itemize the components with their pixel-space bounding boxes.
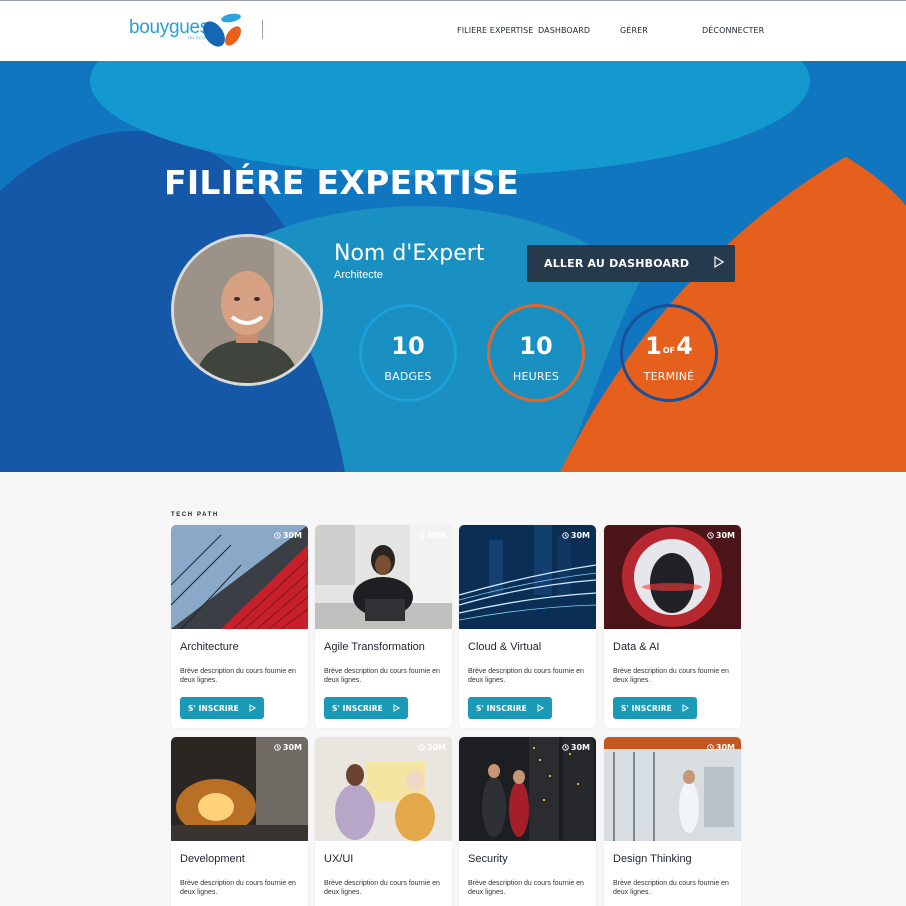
course-image (315, 737, 452, 841)
course-description: Brève description du cours fournie en de… (180, 668, 296, 684)
course-description: Brève description du cours fournie en de… (613, 668, 729, 684)
nav-link-gerer[interactable]: GÉRER (620, 26, 648, 35)
clock-icon (707, 744, 714, 751)
clock-icon (562, 532, 569, 539)
bouygues-logo[interactable]: bouygues TELECOM (129, 12, 244, 50)
nav-divider (262, 20, 263, 39)
course-description: Brève description du cours fournie en de… (324, 880, 440, 896)
enroll-button[interactable]: S' INSCRIRE (324, 697, 408, 719)
duration-badge: 30M (418, 743, 446, 752)
clock-icon (707, 532, 714, 539)
course-card[interactable]: 30M Security Brève description du cours … (459, 737, 596, 906)
stat-hours: 10 HEURES (487, 304, 585, 402)
nav-link-deconnecter[interactable]: DÉCONNECTER (702, 26, 764, 35)
duration-badge: 30M (274, 531, 302, 540)
enroll-button[interactable]: S' INSCRIRE (180, 697, 264, 719)
course-card[interactable]: 30M UX/UI Brève description du cours fou… (315, 737, 452, 906)
stat-hours-value: 10 (519, 332, 553, 360)
course-card[interactable]: 30M Data & AI Brève description du cours… (604, 525, 741, 728)
course-title: Architecture (180, 641, 239, 653)
duration-badge: 30M (274, 743, 302, 752)
enroll-button[interactable]: S' INSCRIRE (613, 697, 697, 719)
course-description: Brève description du cours fournie en de… (613, 880, 729, 896)
enroll-label: S' INSCRIRE (476, 704, 527, 713)
course-card[interactable]: 30M Architecture Brève description du co… (171, 525, 308, 728)
duration-badge: 30M (562, 531, 590, 540)
course-description: Brève description du cours fournie en de… (468, 880, 584, 896)
hero-background (0, 61, 906, 472)
stat-completed-value: 1OF4 (645, 332, 693, 360)
course-title: Design Thinking (613, 853, 692, 865)
course-title: Development (180, 853, 245, 865)
stat-completed: 1OF4 TERMINÉ (620, 304, 718, 402)
clock-icon (562, 744, 569, 751)
duration-badge: 30M (562, 743, 590, 752)
clock-icon (274, 532, 281, 539)
course-card[interactable]: 30M Agile Transformation Brève descripti… (315, 525, 452, 728)
enroll-button[interactable]: S' INSCRIRE (468, 697, 552, 719)
course-image (604, 737, 741, 841)
stat-completed-label: TERMINÉ (643, 370, 695, 383)
course-title: Data & AI (613, 641, 660, 653)
course-card[interactable]: 30M Cloud & Virtual Brève description du… (459, 525, 596, 728)
enroll-label: S' INSCRIRE (621, 704, 672, 713)
logo-mark-icon (203, 13, 241, 47)
play-arrow-icon (714, 256, 724, 268)
stat-badges: 10 BADGES (359, 304, 457, 402)
play-arrow-icon (393, 704, 400, 712)
duration-badge: 30M (707, 531, 735, 540)
course-title: Agile Transformation (324, 641, 425, 653)
course-title: UX/UI (324, 853, 354, 865)
course-description: Brève description du cours fournie en de… (180, 880, 296, 896)
stat-badges-value: 10 (391, 332, 425, 360)
play-arrow-icon (537, 704, 544, 712)
course-card[interactable]: 30M Design Thinking Brève description du… (604, 737, 741, 906)
expert-role: Architecte (334, 269, 383, 281)
course-description: Brève description du cours fournie en de… (324, 668, 440, 684)
stat-hours-label: HEURES (512, 370, 560, 383)
play-arrow-icon (682, 704, 689, 712)
stat-badges-label: BADGES (384, 370, 432, 383)
course-title: Security (468, 853, 508, 865)
course-image (459, 525, 596, 629)
expert-name: Nom d'Expert (334, 241, 485, 266)
course-image (604, 525, 741, 629)
clock-icon (274, 744, 281, 751)
duration-badge: 30M (707, 743, 735, 752)
top-navbar: bouygues TELECOM FILIERE EXPERTISE DASHB… (0, 0, 906, 61)
clock-icon (418, 532, 425, 539)
course-image (459, 737, 596, 841)
hero-banner: FILIÉRE EXPERTISE Nom d'Expert Architect… (0, 61, 906, 472)
course-description: Brève description du cours fournie en de… (468, 668, 584, 684)
go-to-dashboard-label: ALLER AU DASHBOARD (544, 257, 690, 270)
clock-icon (418, 744, 425, 751)
course-title: Cloud & Virtual (468, 641, 542, 653)
page-title: FILIÉRE EXPERTISE (164, 163, 519, 202)
go-to-dashboard-button[interactable]: ALLER AU DASHBOARD (527, 245, 735, 282)
play-arrow-icon (249, 704, 256, 712)
duration-badge: 30M (418, 531, 446, 540)
course-card[interactable]: 30M Development Brève description du cou… (171, 737, 308, 906)
enroll-label: S' INSCRIRE (188, 704, 239, 713)
course-image (171, 737, 308, 841)
course-image (171, 525, 308, 629)
nav-link-dashboard[interactable]: DASHBOARD (538, 26, 590, 35)
section-label-tech-path: TECH PATH (171, 512, 219, 518)
nav-link-filiere-expertise[interactable]: FILIERE EXPERTISE (457, 26, 533, 35)
expert-avatar (171, 234, 323, 386)
enroll-label: S' INSCRIRE (332, 704, 383, 713)
course-image (315, 525, 452, 629)
